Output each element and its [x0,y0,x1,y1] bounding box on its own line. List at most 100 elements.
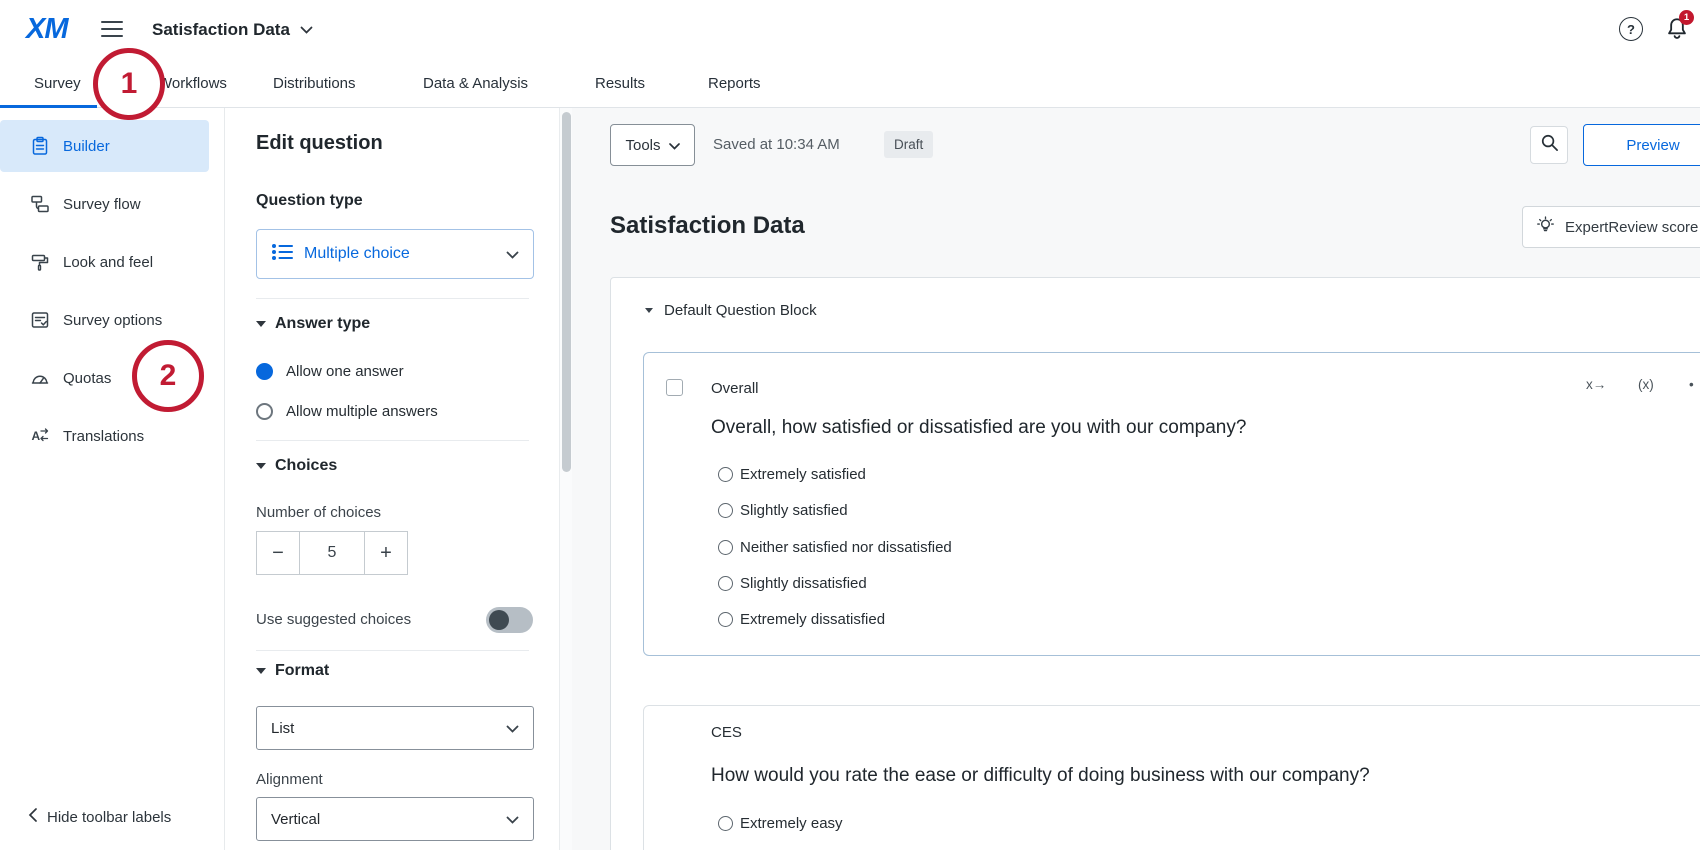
help-button[interactable]: ? [1619,17,1643,41]
bell-icon [1664,29,1690,46]
annotation-circle-2: 2 [132,340,204,412]
alignment-value: Vertical [271,811,320,828]
format-section-header[interactable]: Format [256,662,329,680]
tab-survey[interactable]: Survey [34,59,81,107]
annotation-number: 2 [160,359,177,393]
answer-type-section-header[interactable]: Answer type [256,315,370,333]
use-suggested-choices-toggle[interactable] [486,607,533,633]
tab-label: Data & Analysis [423,75,528,92]
question-card-ces[interactable]: CES How would you rate the ease or diffi… [643,705,1700,850]
answer-option[interactable]: Slightly satisfied [718,497,848,523]
radio-unselected-icon [256,403,273,420]
toggle-knob [489,610,509,630]
question-text[interactable]: Overall, how satisfied or dissatisfied a… [711,417,1246,439]
project-title: Satisfaction Data [152,20,290,40]
use-suggested-choices-label: Use suggested choices [256,611,411,628]
answer-option-label: Extremely easy [740,815,843,832]
chevron-down-icon [506,246,519,263]
tab-workflows[interactable]: Workflows [158,59,227,107]
block-title[interactable]: Default Question Block [664,302,817,319]
project-tab-bar: Survey Workflows Distributions Data & An… [0,59,1700,108]
chevron-down-icon [300,21,313,39]
answer-option[interactable]: Extremely easy [718,810,843,836]
allow-multiple-answers-radio[interactable]: Allow multiple answers [256,401,438,421]
allow-one-answer-radio[interactable]: Allow one answer [256,361,404,381]
quotas-gauge-icon [30,368,50,388]
block-collapse-icon[interactable] [645,308,653,313]
question-type-label: Question type [256,192,363,210]
choices-title: Choices [275,457,337,475]
xm-logo[interactable]: XM [26,13,68,46]
chevron-left-icon [28,808,37,826]
edit-question-panel: Edit question Question type Multiple cho… [226,108,559,850]
hamburger-icon [101,20,123,41]
radio-label: Allow multiple answers [286,403,438,420]
tab-distributions[interactable]: Distributions [273,59,356,107]
answer-option-label: Slightly dissatisfied [740,575,867,592]
answer-option-label: Slightly satisfied [740,502,848,519]
question-checkbox[interactable] [666,379,683,396]
answer-option-label: Extremely dissatisfied [740,611,885,628]
choices-count-value[interactable]: 5 [299,531,365,575]
question-type-dropdown[interactable]: Multiple choice [256,229,534,279]
expert-review-label: ExpertReview score [1565,219,1698,236]
hide-toolbar-labels-button[interactable]: Hide toolbar labels [28,808,171,826]
survey-flow-icon [30,194,50,214]
tab-label: Survey [34,75,81,92]
hide-toolbar-labels-label: Hide toolbar labels [47,809,171,826]
sidebar-item-look-and-feel[interactable]: Look and feel [0,236,209,288]
tab-data-analysis[interactable]: Data & Analysis [423,59,528,107]
annotation-circle-1: 1 [93,48,165,120]
sidebar-item-label: Survey options [63,312,162,329]
answer-option[interactable]: Slightly dissatisfied [718,570,867,596]
question-id: CES [711,724,742,741]
builder-icon [30,136,50,156]
sidebar-item-survey-flow[interactable]: Survey flow [0,178,209,230]
question-text[interactable]: How would you rate the ease or difficult… [711,765,1370,787]
tab-results[interactable]: Results [595,59,645,107]
sidebar-item-survey-options[interactable]: Survey options [0,294,209,346]
radio-icon [718,540,733,555]
choices-section-header[interactable]: Choices [256,457,337,475]
sidebar-item-builder[interactable]: Builder [0,120,209,172]
tools-button[interactable]: Tools [610,124,695,166]
radio-label: Allow one answer [286,363,404,380]
more-options-icon[interactable]: • [1689,377,1694,392]
translations-icon: A [30,426,50,446]
preview-button[interactable]: Preview [1583,124,1700,166]
tab-label: Reports [708,75,761,92]
question-id: Overall [711,380,759,397]
increment-choices-button[interactable]: + [364,531,408,575]
skip-logic-icon[interactable]: x→ [1586,377,1606,392]
question-card-overall[interactable]: Overall x→ (x) • Overall, how satisfied … [643,352,1700,656]
math-operations-icon[interactable]: (x) [1638,377,1654,392]
scrollbar-thumb[interactable] [562,112,571,472]
notifications-button[interactable]: 1 [1664,16,1692,44]
decrement-choices-button[interactable]: − [256,531,300,575]
paint-roller-icon [30,252,50,272]
answer-option[interactable]: Extremely satisfied [718,461,866,487]
search-button[interactable] [1530,126,1568,164]
answer-type-title: Answer type [275,315,370,333]
expert-review-button[interactable]: ExpertReview score [1522,206,1700,248]
annotation-number: 1 [121,67,138,101]
panel-scrollbar [559,108,572,850]
radio-selected-icon [256,363,273,380]
save-status: Saved at 10:34 AM [713,136,840,153]
tab-label: Results [595,75,645,92]
tab-label: Workflows [158,75,227,92]
project-title-menu[interactable]: Satisfaction Data [152,0,313,59]
format-dropdown[interactable]: List [256,706,534,750]
minus-icon: − [272,542,284,565]
alignment-dropdown[interactable]: Vertical [256,797,534,841]
answer-option[interactable]: Neither satisfied nor dissatisfied [718,534,952,560]
lightbulb-icon [1535,215,1556,240]
answer-option[interactable]: Extremely dissatisfied [718,606,885,632]
radio-icon [718,467,733,482]
alignment-label: Alignment [256,771,323,788]
search-icon [1540,133,1559,157]
notification-badge: 1 [1679,10,1694,25]
tab-reports[interactable]: Reports [708,59,761,107]
global-menu-button[interactable] [100,20,124,40]
sidebar-item-translations[interactable]: A Translations [0,410,209,462]
